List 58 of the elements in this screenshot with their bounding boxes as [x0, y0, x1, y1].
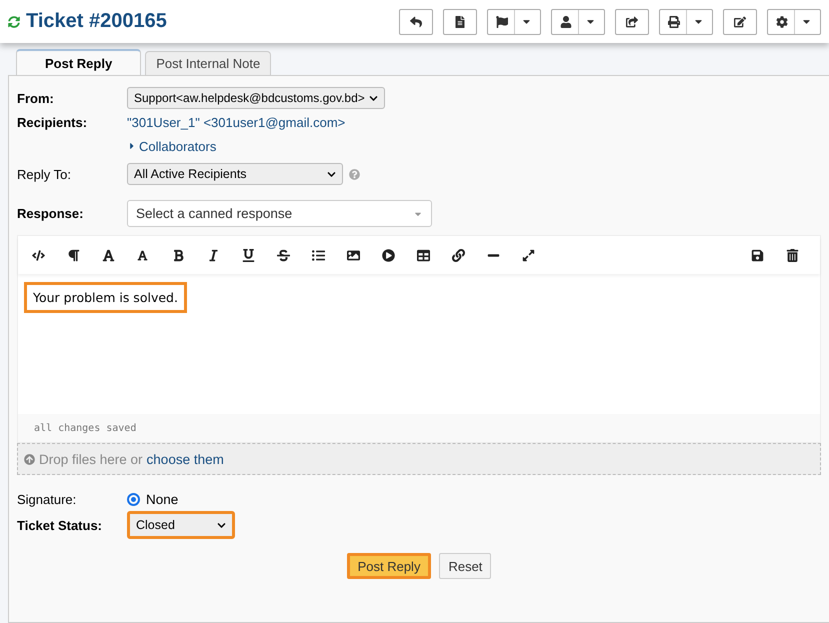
chevron-icon [369, 94, 378, 102]
list-icon[interactable] [312, 248, 325, 262]
signature-option[interactable]: None [127, 492, 821, 506]
font-size-icon[interactable] [137, 250, 148, 260]
editor-text[interactable]: Your problem is solved. [24, 282, 187, 313]
print-icon [668, 16, 680, 28]
bold-icon[interactable] [172, 248, 185, 262]
document-icon [454, 16, 466, 28]
toolbar-button[interactable] [723, 8, 757, 34]
refresh-icon[interactable] [8, 16, 20, 28]
text-color-icon[interactable] [102, 248, 115, 262]
chevron-icon [217, 520, 226, 530]
video-icon[interactable] [382, 248, 395, 262]
save-icon[interactable] [751, 248, 764, 262]
user-icon [560, 16, 572, 28]
fullscreen-icon[interactable] [522, 248, 535, 262]
underline-icon[interactable] [242, 248, 255, 262]
toolbar-button[interactable] [399, 8, 433, 34]
collaborators-toggle[interactable]: Collaborators [127, 138, 821, 154]
canned-response-select[interactable]: Select a canned response [127, 200, 432, 227]
paragraph-icon[interactable] [67, 248, 80, 262]
trash-icon[interactable] [786, 248, 799, 262]
tab[interactable]: Post Reply [16, 49, 142, 75]
reply-icon [410, 16, 422, 28]
save-status: all changes saved [18, 414, 820, 442]
link-icon[interactable] [452, 248, 465, 262]
reset-button[interactable]: Reset [439, 553, 492, 579]
field-label: From: [17, 90, 55, 106]
toolbar-button[interactable] [487, 8, 541, 34]
ticket-status-select[interactable]: Closed [127, 511, 235, 539]
toolbar-button[interactable] [659, 8, 713, 34]
flag-icon [496, 16, 508, 28]
reply-to-select[interactable]: All Active Recipients [127, 163, 343, 185]
recipient-link[interactable]: "301User_1" <301user1@gmail.com> [127, 114, 821, 130]
ticket-title: Ticket #200165 [8, 10, 167, 33]
share-icon [626, 16, 638, 28]
table-icon[interactable] [417, 248, 430, 262]
code-icon[interactable] [32, 248, 45, 262]
edit-icon [734, 16, 746, 28]
settings-icon [776, 16, 788, 28]
file-drop-zone[interactable]: Drop files here or choose them [17, 443, 821, 475]
tab[interactable]: Post Internal Note [145, 51, 272, 75]
from-select[interactable]: Support<aw.helpdesk@bdcustoms.gov.bd> [127, 87, 385, 109]
post-reply-button[interactable]: Post Reply [346, 553, 432, 579]
field-label: Recipients: [17, 114, 88, 130]
toolbar-button[interactable] [615, 8, 649, 34]
upload-icon [24, 454, 35, 464]
toolbar-button[interactable] [767, 8, 821, 34]
field-label: Reply To: [17, 166, 72, 182]
chevron-icon [327, 170, 336, 178]
toolbar-button[interactable] [443, 8, 477, 34]
field-label: Response: [17, 206, 84, 221]
toolbar-button[interactable] [551, 8, 605, 34]
field-label: Ticket Status: [17, 518, 104, 532]
strikethrough-icon[interactable] [277, 248, 290, 262]
italic-icon[interactable] [207, 248, 220, 262]
image-icon[interactable] [347, 248, 360, 262]
field-label: Signature: [17, 492, 78, 506]
